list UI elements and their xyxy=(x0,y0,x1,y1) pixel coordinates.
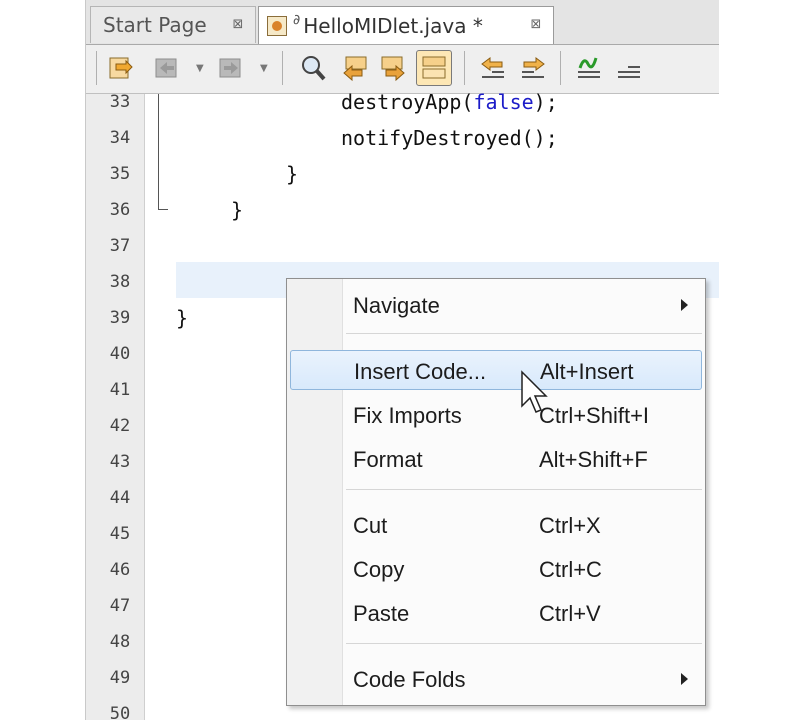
menu-item-code-folds[interactable]: Code Folds xyxy=(290,659,702,699)
tab-hellomidlet[interactable]: ∂ HelloMIDlet.java * ⊠ xyxy=(258,6,554,44)
shift-left-icon[interactable] xyxy=(478,53,508,83)
fold-guide xyxy=(158,94,159,210)
menu-item-paste[interactable]: Paste Ctrl+V xyxy=(290,593,702,633)
menu-item-cut[interactable]: Cut Ctrl+X xyxy=(290,505,702,545)
line-number: 37 xyxy=(109,236,131,256)
close-icon[interactable]: ⊠ xyxy=(231,18,245,32)
link-icon: ∂ xyxy=(293,11,301,28)
line-number: 44 xyxy=(109,488,131,508)
menu-item-label: Code Folds xyxy=(353,667,466,692)
menu-item-label: Navigate xyxy=(353,293,440,318)
line-number: 45 xyxy=(109,524,131,544)
menu-item-shortcut: Ctrl+X xyxy=(539,513,601,538)
menu-item-navigate[interactable]: Navigate xyxy=(290,285,702,325)
line-number: 39 xyxy=(109,308,131,328)
find-next-icon[interactable] xyxy=(378,53,408,83)
line-number-gutter: 33 34 35 36 37 38 39 40 41 42 43 44 45 4… xyxy=(86,92,145,724)
chevron-down-icon[interactable]: ▼ xyxy=(260,63,268,74)
toolbar-separator xyxy=(560,51,561,85)
menu-item-label: Cut xyxy=(353,513,388,538)
menu-item-label: Fix Imports xyxy=(353,403,462,428)
line-number: 33 xyxy=(109,92,131,112)
menu-separator xyxy=(346,489,702,490)
editor-toolbar: ▼ ▼ xyxy=(86,45,719,94)
menu-item-format[interactable]: Format Alt+Shift+F xyxy=(290,439,702,479)
back-icon[interactable] xyxy=(152,53,182,83)
code-line[interactable]: } xyxy=(176,306,188,330)
menu-item-label: Copy xyxy=(353,557,405,582)
menu-item-shortcut: Alt+Shift+F xyxy=(539,447,648,472)
line-number: 41 xyxy=(109,380,131,400)
close-icon[interactable]: ⊠ xyxy=(529,18,543,32)
submenu-arrow-icon xyxy=(681,673,688,685)
menu-item-shortcut: Ctrl+C xyxy=(539,557,602,582)
menu-icon-column xyxy=(287,279,343,705)
line-number: 49 xyxy=(109,668,131,688)
last-edit-icon[interactable] xyxy=(106,53,136,83)
stop-macro-icon[interactable] xyxy=(614,53,644,83)
toggle-highlight-icon[interactable] xyxy=(416,50,452,86)
toolbar-separator xyxy=(96,51,97,85)
tab-label: Start Page xyxy=(103,13,207,37)
menu-item-insert-code[interactable]: Insert Code... Alt+Insert xyxy=(290,350,702,390)
java-file-icon xyxy=(267,15,287,36)
menu-separator xyxy=(346,643,702,644)
forward-icon[interactable] xyxy=(216,53,246,83)
menu-item-shortcut: Ctrl+V xyxy=(539,601,601,626)
menu-item-label: Paste xyxy=(353,601,410,626)
menu-item-shortcut: Alt+Insert xyxy=(540,359,634,384)
menu-item-copy[interactable]: Copy Ctrl+C xyxy=(290,549,702,589)
code-line[interactable]: } xyxy=(231,198,243,222)
mouse-cursor-icon xyxy=(521,370,548,413)
line-number: 50 xyxy=(109,704,131,724)
chevron-down-icon[interactable]: ▼ xyxy=(196,63,204,74)
context-menu: Navigate Insert Code... Alt+Insert Fix I… xyxy=(286,278,706,706)
line-number: 35 xyxy=(109,164,131,184)
line-number: 42 xyxy=(109,416,131,436)
start-macro-icon[interactable] xyxy=(574,53,604,83)
menu-item-label: Insert Code... xyxy=(354,359,487,384)
menu-item-shortcut: Ctrl+Shift+I xyxy=(539,403,650,428)
toolbar-separator xyxy=(282,51,283,85)
line-number: 34 xyxy=(109,128,131,148)
line-number: 38 xyxy=(109,272,131,292)
find-selection-icon[interactable] xyxy=(298,53,328,83)
submenu-arrow-icon xyxy=(681,299,688,311)
line-number: 36 xyxy=(109,200,131,220)
menu-separator xyxy=(346,333,702,334)
menu-item-fix-imports[interactable]: Fix Imports Ctrl+Shift+I xyxy=(290,395,702,435)
fold-guide-end xyxy=(158,209,168,210)
toolbar-separator xyxy=(464,51,465,85)
code-line[interactable]: notifyDestroyed(); xyxy=(341,126,558,150)
tab-bar: Start Page ⊠ ∂ HelloMIDlet.java * ⊠ xyxy=(86,0,719,45)
line-number: 48 xyxy=(109,632,131,652)
code-line[interactable]: destroyApp(false); xyxy=(341,90,558,114)
line-number: 47 xyxy=(109,596,131,616)
line-number: 40 xyxy=(109,344,131,364)
find-previous-icon[interactable] xyxy=(340,53,370,83)
tab-label: HelloMIDlet.java * xyxy=(303,13,483,38)
tab-start-page[interactable]: Start Page ⊠ xyxy=(90,6,256,43)
line-number: 43 xyxy=(109,452,131,472)
code-line[interactable]: } xyxy=(286,162,298,186)
shift-right-icon[interactable] xyxy=(518,53,548,83)
menu-item-label: Format xyxy=(353,447,423,472)
line-number: 46 xyxy=(109,560,131,580)
